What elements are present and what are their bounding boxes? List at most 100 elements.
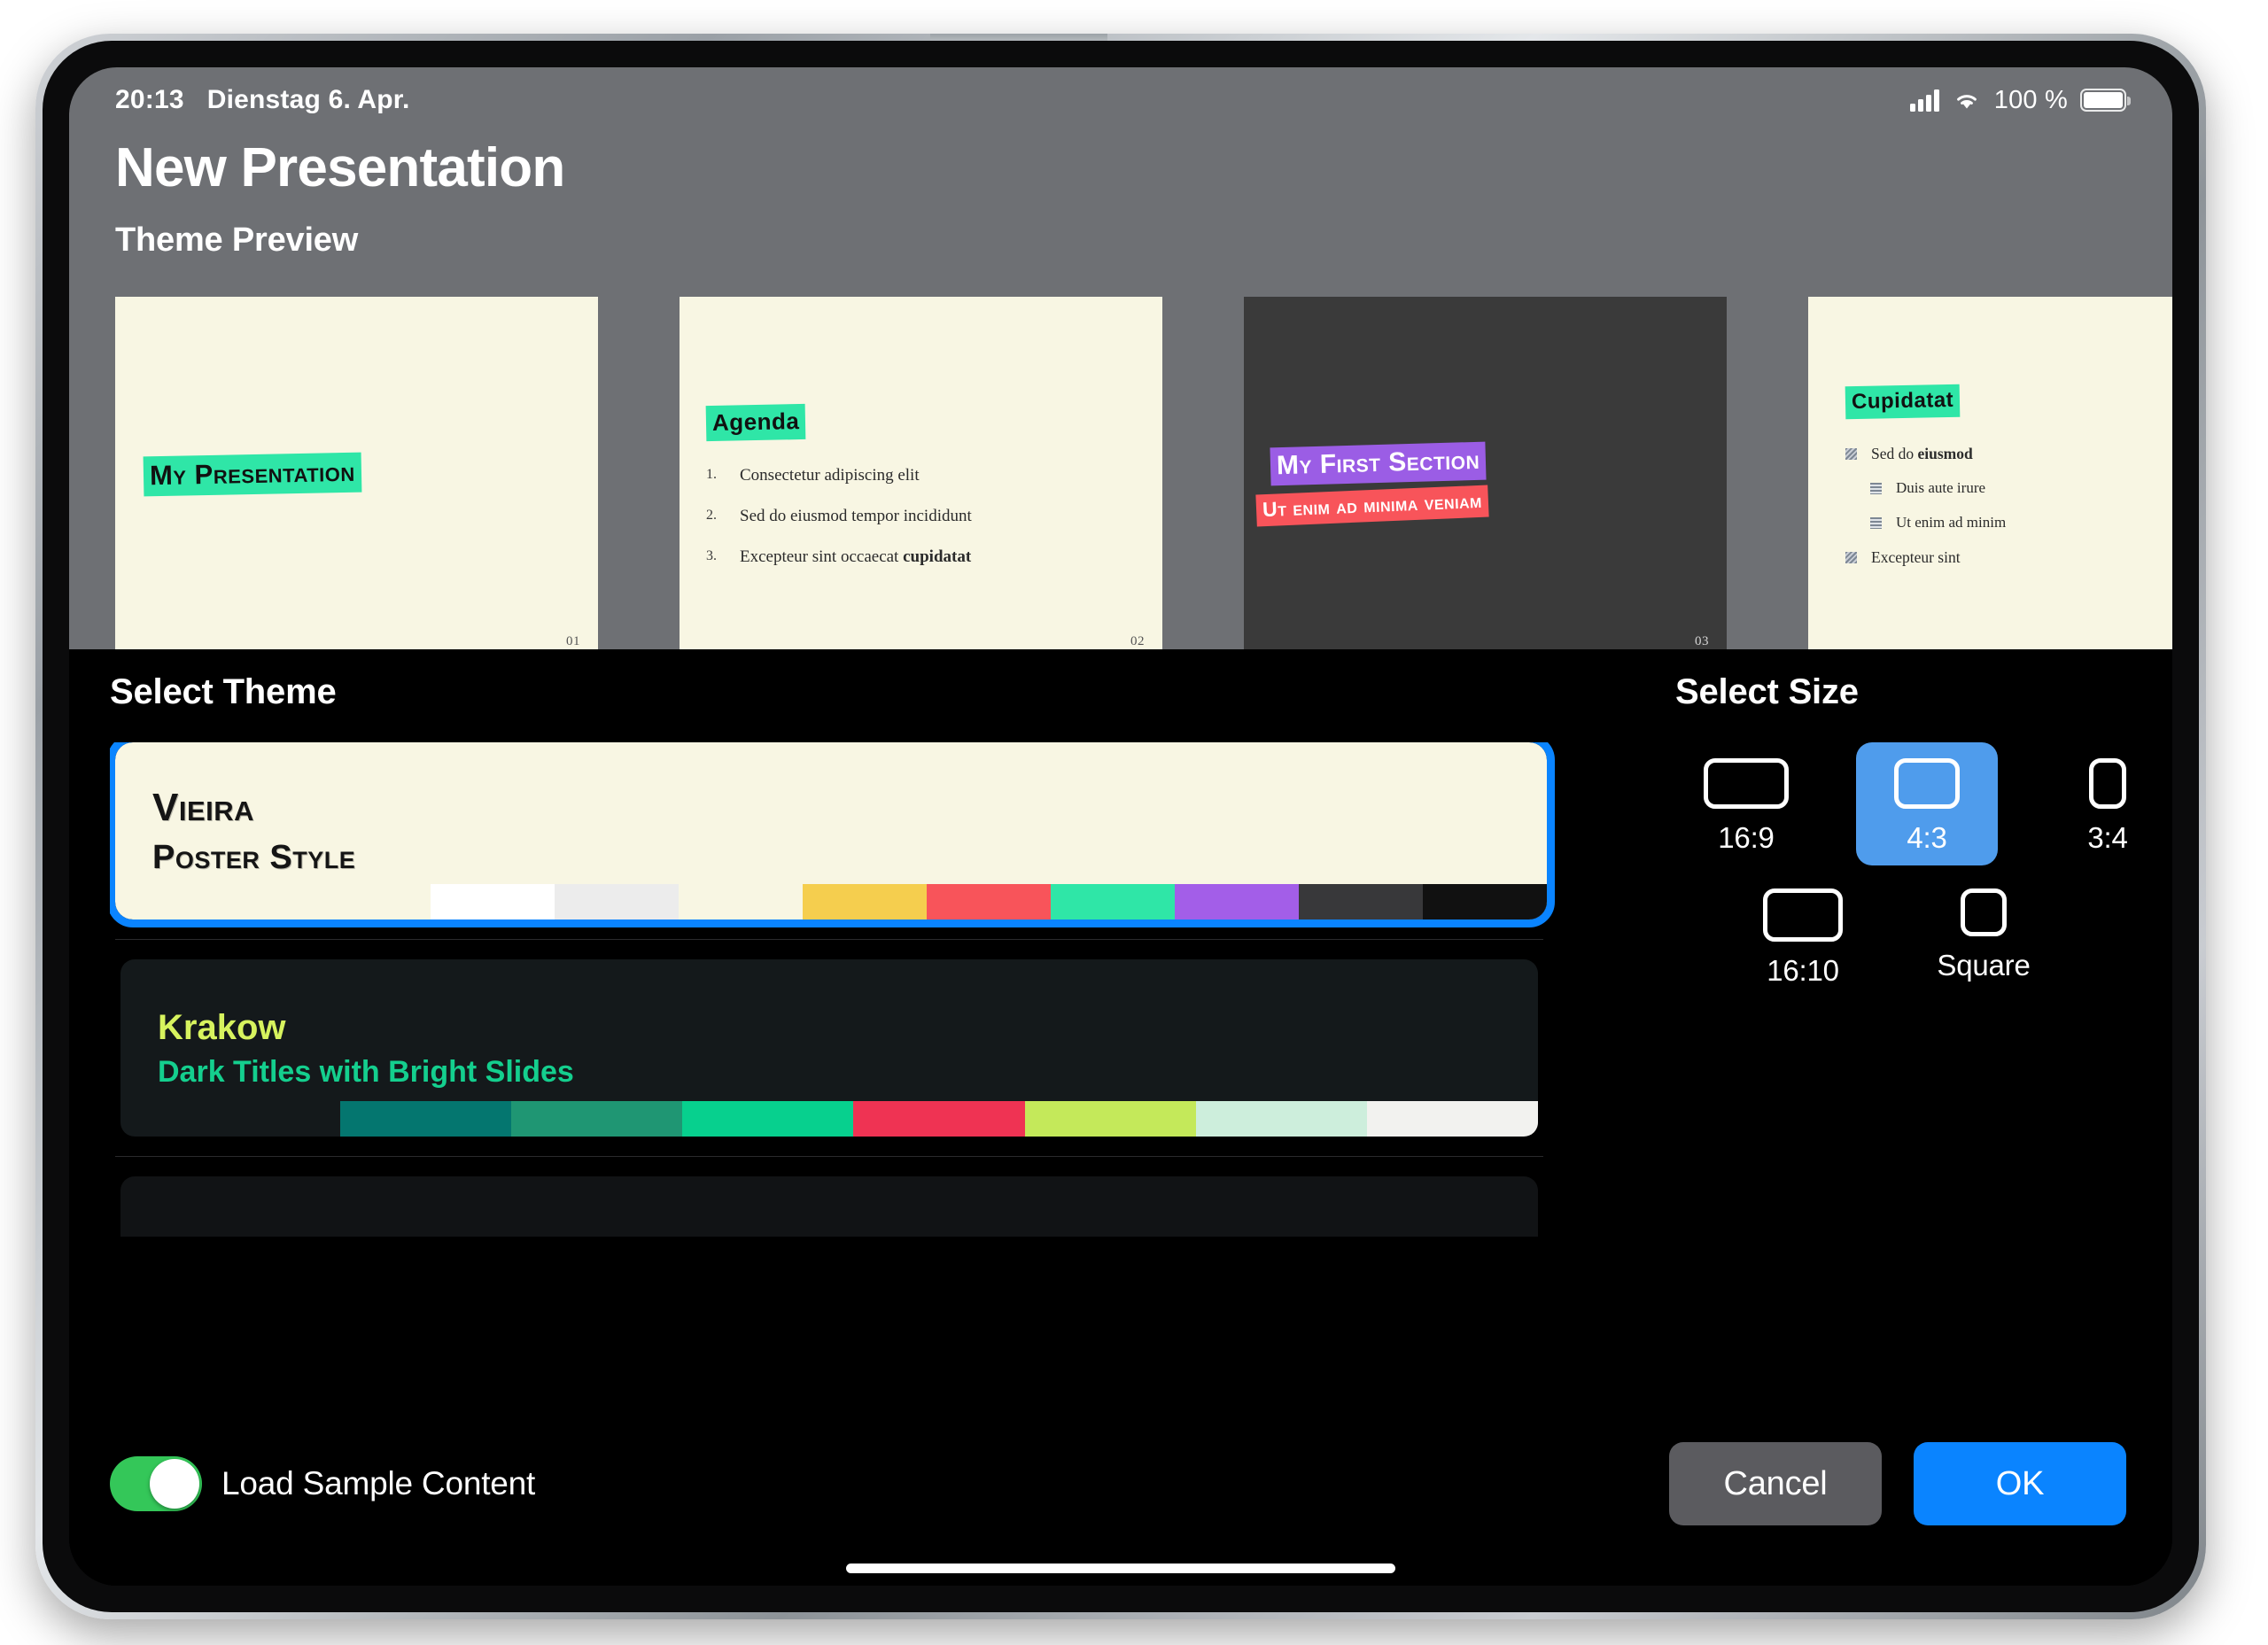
load-sample-content-row[interactable]: Load Sample Content <box>110 1456 535 1511</box>
lines-bullet-icon <box>1870 516 1882 529</box>
preview-panel: 20:13 Dienstag 6. Apr. 100 % New Present… <box>69 67 2172 650</box>
size-options: 16:9 4:3 3:4 16:10 Square <box>1675 742 2172 998</box>
battery-percent-label: 100 % <box>1993 85 2068 114</box>
select-size-heading: Select Size <box>1675 672 1859 712</box>
color-swatch <box>853 1101 1025 1137</box>
color-swatch <box>1298 884 1423 920</box>
size-label: 16:9 <box>1718 821 1775 855</box>
theme-name-vieira: Vieira <box>152 785 255 829</box>
aspect-rect-icon <box>1704 758 1789 810</box>
list-item: Duis aute irure <box>1870 480 2006 497</box>
aspect-rect-icon <box>1894 758 1960 810</box>
load-sample-content-toggle[interactable] <box>110 1456 202 1511</box>
home-indicator[interactable] <box>69 1550 2172 1586</box>
size-option-3-4[interactable]: 3:4 <box>2037 742 2172 865</box>
list-item-label: Ut enim ad minim <box>1896 514 2007 532</box>
theme-preview-heading: Theme Preview <box>115 221 359 260</box>
hatched-bullet-icon <box>1845 551 1857 563</box>
slide2-title: Agenda <box>705 404 806 442</box>
theme-divider <box>115 1156 1543 1158</box>
list-item: Sed do eiusmod tempor incididunt <box>706 507 972 526</box>
ok-button[interactable]: OK <box>1914 1442 2126 1525</box>
list-item: Excepteur sint <box>1845 547 2006 566</box>
theme-divider <box>115 939 1543 941</box>
status-date: Dienstag 6. Apr. <box>206 85 410 114</box>
lines-bullet-icon <box>1870 483 1882 495</box>
color-swatch <box>554 884 679 920</box>
status-time: 20:13 <box>115 85 184 114</box>
aspect-rect-icon <box>1763 888 1843 943</box>
selection-sheet: Select Theme Vieira Poster Style Krakow … <box>69 649 2172 1586</box>
list-item-label: Duis aute irure <box>1896 479 1986 497</box>
color-swatch <box>1174 884 1299 920</box>
size-label: 16:10 <box>1767 954 1839 988</box>
theme-list[interactable]: Vieira Poster Style Krakow Dark Titles w… <box>110 742 1624 1417</box>
size-option-16-10[interactable]: 16:10 <box>1732 873 1874 998</box>
screenshot-stage: 20:13 Dienstag 6. Apr. 100 % New Present… <box>0 0 2268 1645</box>
page-title: New Presentation <box>115 137 565 198</box>
color-swatch <box>1195 1101 1367 1137</box>
slide-preview-1[interactable]: My Presentation 01 <box>115 297 598 650</box>
theme-card-vieira[interactable]: Vieira Poster Style <box>110 742 1555 928</box>
slide1-page-number: 01 <box>566 634 580 649</box>
cancel-button[interactable]: Cancel <box>1669 1442 1882 1525</box>
list-item-emphasis: cupidatat <box>903 547 972 566</box>
theme-tagline-krakow: Dark Titles with Bright Slides <box>158 1054 574 1089</box>
color-swatch <box>682 1101 854 1137</box>
theme-name-krakow: Krakow <box>158 1007 286 1047</box>
slide3-page-number: 03 <box>1695 634 1709 649</box>
list-item-label: Sed do eiusmod <box>1871 445 1973 463</box>
color-swatch <box>1024 1101 1196 1137</box>
wifi-icon <box>1956 95 1977 109</box>
list-item: Excepteur sint occaecat cupidatat <box>706 547 972 566</box>
hatched-bullet-icon <box>1845 448 1857 461</box>
slide4-title: Cupidatat <box>1845 384 1961 420</box>
dialog-footer: Load Sample Content Cancel OK <box>69 1417 2172 1550</box>
list-item: Consectetur adipiscing elit <box>706 466 920 485</box>
size-option-4-3[interactable]: 4:3 <box>1856 742 1998 866</box>
swatch-spacer <box>115 884 431 919</box>
size-label: 4:3 <box>1907 821 1947 855</box>
slide-preview-4[interactable]: Cupidatat Sed do eiusmod Duis aute irure <box>1808 297 2172 650</box>
list-item-label: Excepteur sint <box>1871 547 1961 566</box>
slide1-title: My Presentation <box>143 452 362 497</box>
color-swatch <box>802 884 927 920</box>
slide4-bullet-list: Sed do eiusmod Duis aute irure Ut enim a… <box>1845 445 2007 584</box>
theme-tagline-vieira: Poster Style <box>152 838 356 876</box>
ipad-bezel: 20:13 Dienstag 6. Apr. 100 % New Present… <box>43 41 2199 1612</box>
list-item-emphasis: eiusmod <box>1917 445 1973 463</box>
size-option-16-9[interactable]: 16:9 <box>1675 742 1817 865</box>
aspect-rect-icon <box>2089 758 2126 810</box>
theme-name-partial <box>158 1222 1538 1237</box>
slide2-page-number: 02 <box>1130 634 1145 649</box>
dialog-header: New Presentation Theme Preview <box>69 126 2172 260</box>
color-swatch <box>511 1101 683 1137</box>
theme-card-krakow[interactable]: Krakow Dark Titles with Bright Slides <box>120 959 1538 1137</box>
slide2-agenda-list: Consectetur adipiscing elit Sed do eiusm… <box>704 466 1138 589</box>
slide-preview-3[interactable]: My First Section Ut enim ad minima venia… <box>1244 297 1727 650</box>
color-swatch <box>678 884 803 920</box>
battery-full-icon <box>2080 89 2131 112</box>
select-size-column: Select Size 16:9 4:3 3:4 16:10 Square <box>1624 672 2172 1417</box>
slide3-title: My First Section <box>1270 441 1487 486</box>
theme-card-partial[interactable] <box>120 1176 1538 1238</box>
theme-swatches-vieira <box>115 884 1547 920</box>
color-swatch <box>430 884 555 920</box>
cellular-bars-icon <box>1909 89 1939 112</box>
new-presentation-dialog: 20:13 Dienstag 6. Apr. 100 % New Present… <box>69 67 2172 1586</box>
swatch-spacer <box>120 1101 340 1137</box>
color-swatch <box>340 1101 512 1137</box>
select-theme-column: Select Theme Vieira Poster Style Krakow … <box>69 672 1624 1417</box>
size-option-square[interactable]: Square <box>1913 873 2054 998</box>
slide-preview-2[interactable]: Agenda Consectetur adipiscing elit Sed d… <box>680 297 1162 650</box>
select-theme-heading: Select Theme <box>110 672 337 712</box>
size-label: 3:4 <box>2087 821 2128 855</box>
theme-preview-carousel[interactable]: My Presentation 01 Agenda Consectetur ad… <box>69 260 2172 650</box>
list-item: Ut enim ad minim <box>1870 514 2007 532</box>
ipad-device-frame: 20:13 Dienstag 6. Apr. 100 % New Present… <box>35 34 2206 1619</box>
slide3-subtitle: Ut enim ad minima veniam <box>1255 485 1489 527</box>
size-label: Square <box>1937 949 2031 982</box>
status-bar: 20:13 Dienstag 6. Apr. 100 % <box>69 67 2172 126</box>
list-item: Sed do eiusmod <box>1845 445 2006 463</box>
aspect-square-icon <box>1961 888 2007 937</box>
